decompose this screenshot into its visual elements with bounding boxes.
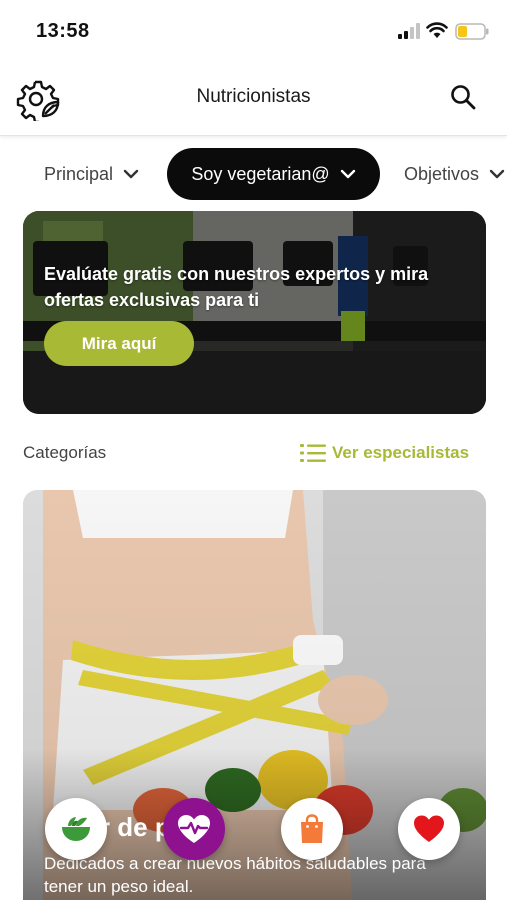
page-title: Nutricionistas [196,86,311,107]
chevron-down-icon [340,169,355,179]
chip-principal[interactable]: Principal [44,148,139,200]
chip-soy-vegetariano[interactable]: Soy vegetarian@ [167,148,380,200]
status-time: 13:58 [36,20,90,42]
shop-button[interactable] [281,798,343,860]
category-card-description: Dedicados a crear nuevos hábitos saludab… [44,854,426,896]
chip-label: Objetivos [404,163,480,184]
heart-icon [414,815,444,842]
shopping-bag-icon [301,814,323,843]
app-header: Nutricionistas [0,62,507,136]
signal-icon [398,23,420,39]
list-icon [300,444,326,462]
search-icon [451,85,476,110]
chevron-down-icon [489,169,505,179]
salad-bowl-icon [62,817,90,841]
promo-banner[interactable]: Evalúate gratis con nuestros expertos y … [23,211,486,414]
categories-title: Categorías [23,443,107,462]
search-button[interactable] [446,80,480,114]
see-specialists-label: Ver especialistas [332,443,470,462]
status-bar: 13:58 [0,0,507,62]
chip-label: Soy vegetarian@ [191,163,330,184]
favorites-button[interactable] [398,798,460,860]
filter-chip-row: Principal Soy vegetarian@ Objetivos [0,148,507,200]
heart-pulse-icon [178,815,210,843]
chip-label: Principal [44,163,114,184]
promo-cta-button[interactable]: Mira aquí [44,321,194,366]
promo-text: Evalúate gratis con nuestros expertos y … [44,264,429,310]
health-button[interactable] [163,798,225,860]
chip-objetivos[interactable]: Objetivos [404,148,505,200]
nutrition-button[interactable] [45,798,107,860]
battery-icon [455,23,489,40]
chevron-down-icon [123,169,139,179]
wifi-icon [426,22,448,38]
see-specialists-link[interactable]: Ver especialistas [300,440,469,466]
